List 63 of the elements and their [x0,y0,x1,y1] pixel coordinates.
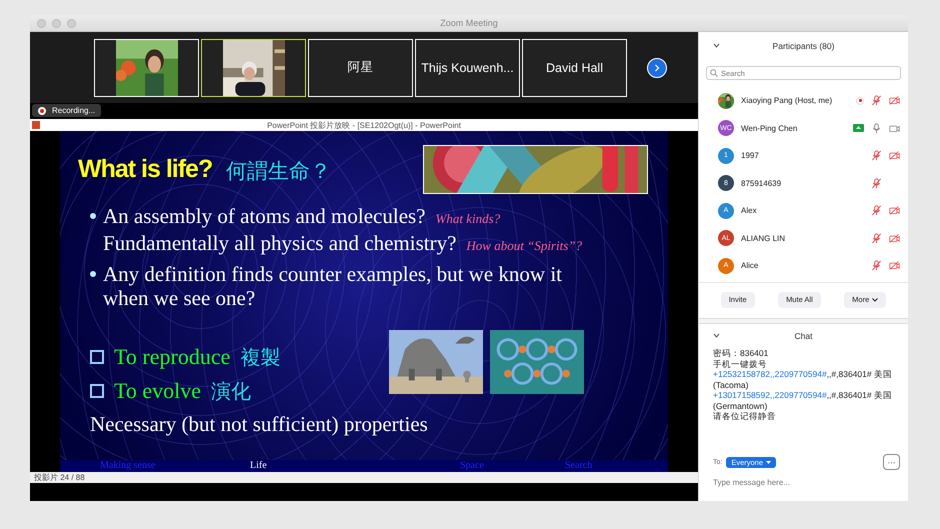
bullet-text: An assembly of atoms and molecules? [103,204,426,228]
bullet-icon [90,271,96,277]
slide-title-chinese: 何謂生命？ [226,158,332,185]
chat-message: 密码：836401 [713,348,770,358]
recording-label: Recording... [52,106,96,115]
muted-microphone-icon[interactable] [870,205,882,216]
checklist-chinese: 演化 [211,378,252,404]
slide-note: How about “Spirits”? [466,238,582,253]
participant-name: Alice [741,261,760,270]
participant-name: 1997 [741,151,760,160]
video-tile[interactable] [201,38,306,96]
participant-name: ALIANG LIN [741,234,786,243]
chat-message: 手机一键拨号 [713,358,768,369]
muted-microphone-icon[interactable] [870,150,882,162]
participant-name: Wen-Ping Chen [741,124,798,133]
slide-title: What is life? [78,155,212,184]
video-tile[interactable]: Thijs Kouwenh... [415,38,520,96]
bullet-text: Any definition finds counter examples, but we know it [103,262,562,286]
checklist-text: To evolve [114,378,202,404]
muted-microphone-icon[interactable] [870,178,882,189]
chat-message: +13017158592,,2209770594#,,#,836401# 美国 (Germantown) [713,390,893,411]
phone-link[interactable]: +13017158592,,2209770594# [713,390,827,400]
chat-message: +12532158782,,2209770594#,,#,836401# 美国 (Tacoma) [713,369,893,390]
slide-nav-link[interactable]: Life [250,460,267,472]
video-off-icon[interactable] [888,260,900,272]
muted-microphone-icon[interactable] [870,232,882,244]
video-off-icon[interactable] [888,232,900,244]
bullet-text: when we see one? [103,286,256,310]
slide-note: What kinds? [436,211,500,226]
dropdown-arrow-icon [766,460,772,464]
video-off-icon[interactable] [888,95,900,106]
bullet-icon [90,213,96,219]
more-options-button[interactable]: ··· [883,454,900,470]
checklist-chinese: 複製 [240,344,280,370]
collapse-icon[interactable] [713,333,720,338]
checklist-text: To reproduce [114,344,230,370]
slide-counter: 投影片 24 / 88 [34,472,85,483]
participant-name: 875914639 [741,178,782,188]
recording-indicator[interactable]: Recording... [32,104,102,117]
participant-name: Xiaoying Pang (Host, me) [741,96,834,106]
muted-microphone-icon[interactable] [870,260,882,272]
chevron-down-icon [872,298,878,302]
message-input[interactable]: Type message here... [713,474,894,490]
chat-title: Chat [794,331,812,341]
bullet-text: Fundamentally all physics and chemistry? [103,231,456,255]
slide-footer-text: Necessary (but not sufficient) properties [89,411,429,437]
phone-link[interactable]: +12532158782,,2209770594# [713,369,827,379]
collapse-icon[interactable] [713,43,720,48]
next-page-button[interactable] [647,58,667,78]
powerpoint-icon [32,121,40,129]
video-off-icon[interactable] [888,150,900,162]
chat-message: 请各位记得静音 [713,411,777,422]
microphone-icon[interactable] [870,122,882,134]
presentation-window-title: PowerPoint 投影片放映 - [SE1202Ogt(u)] - PowerPoint [267,120,461,130]
video-tile[interactable]: David Hall [522,38,627,96]
window-title: Zoom Meeting [440,18,498,28]
participant-name: Alex [741,206,758,216]
participants-title: Participants (80) [772,41,834,51]
muted-microphone-icon[interactable] [870,95,882,106]
video-tile[interactable]: 阿星 [308,38,413,96]
search-icon [710,69,718,77]
chevron-right-icon [654,62,660,72]
video-off-icon[interactable] [888,205,900,216]
